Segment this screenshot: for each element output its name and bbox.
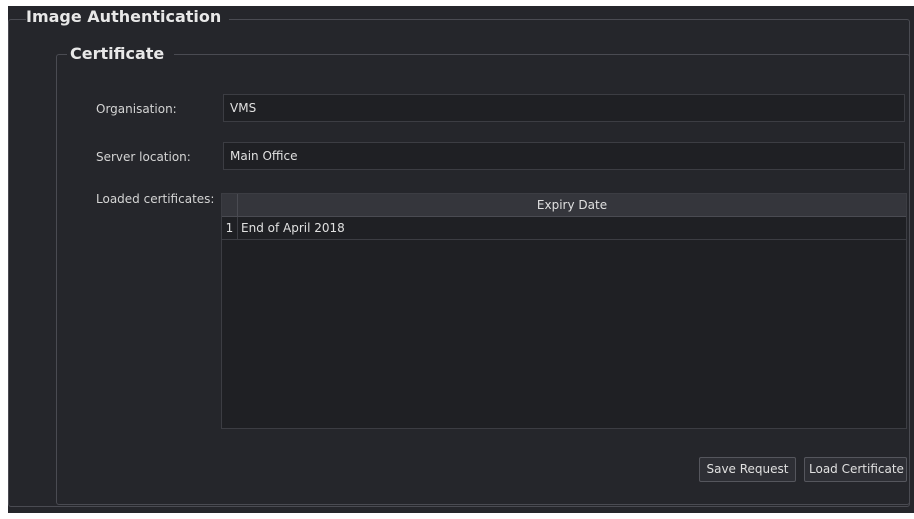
load-certificate-button[interactable]: Load Certificate	[804, 457, 907, 482]
image-authentication-title: Image Authentication	[26, 7, 230, 27]
row-number[interactable]: 1	[222, 217, 238, 239]
loaded-certificates-label: Loaded certificates:	[96, 192, 215, 206]
server-location-field[interactable]: Main Office	[223, 142, 905, 170]
image-authentication-panel: Image Authentication Certificate Organis…	[8, 6, 914, 513]
save-request-button[interactable]: Save Request	[699, 457, 796, 482]
expiry-date-column-header[interactable]: Expiry Date	[238, 194, 906, 216]
organisation-field[interactable]: VMS	[223, 94, 905, 122]
table-header: Expiry Date	[222, 194, 906, 217]
certificates-table[interactable]: Expiry Date 1 End of April 2018	[221, 193, 907, 429]
server-location-label: Server location:	[96, 150, 191, 164]
organisation-label: Organisation:	[96, 102, 177, 116]
table-corner-button[interactable]	[222, 194, 238, 216]
table-row[interactable]: 1 End of April 2018	[222, 217, 906, 240]
expiry-date-cell[interactable]: End of April 2018	[241, 217, 345, 239]
certificate-group-title: Certificate	[67, 44, 175, 64]
